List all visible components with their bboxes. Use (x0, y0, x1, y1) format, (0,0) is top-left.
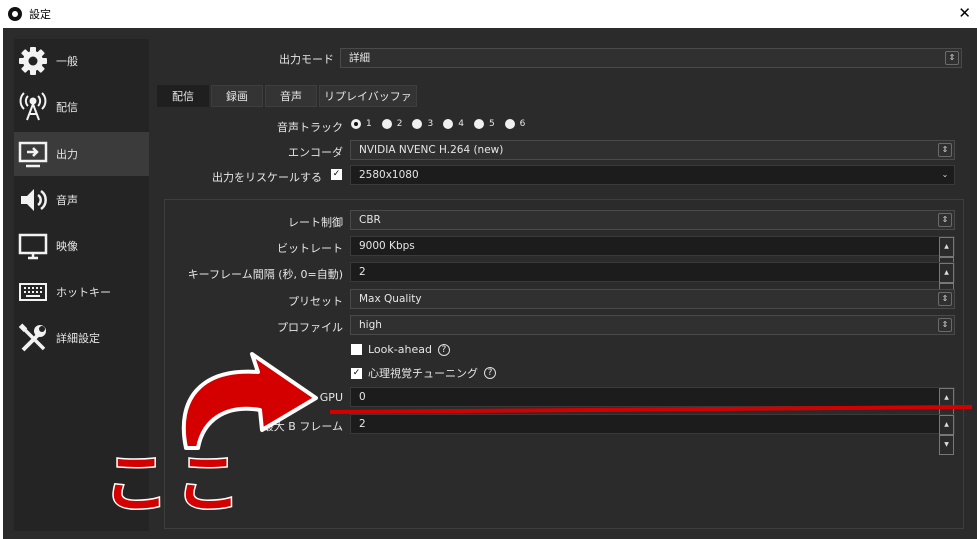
annotation-underline (329, 405, 973, 414)
annotation-arrow (181, 352, 318, 450)
annotation-text: ここ (91, 447, 243, 516)
